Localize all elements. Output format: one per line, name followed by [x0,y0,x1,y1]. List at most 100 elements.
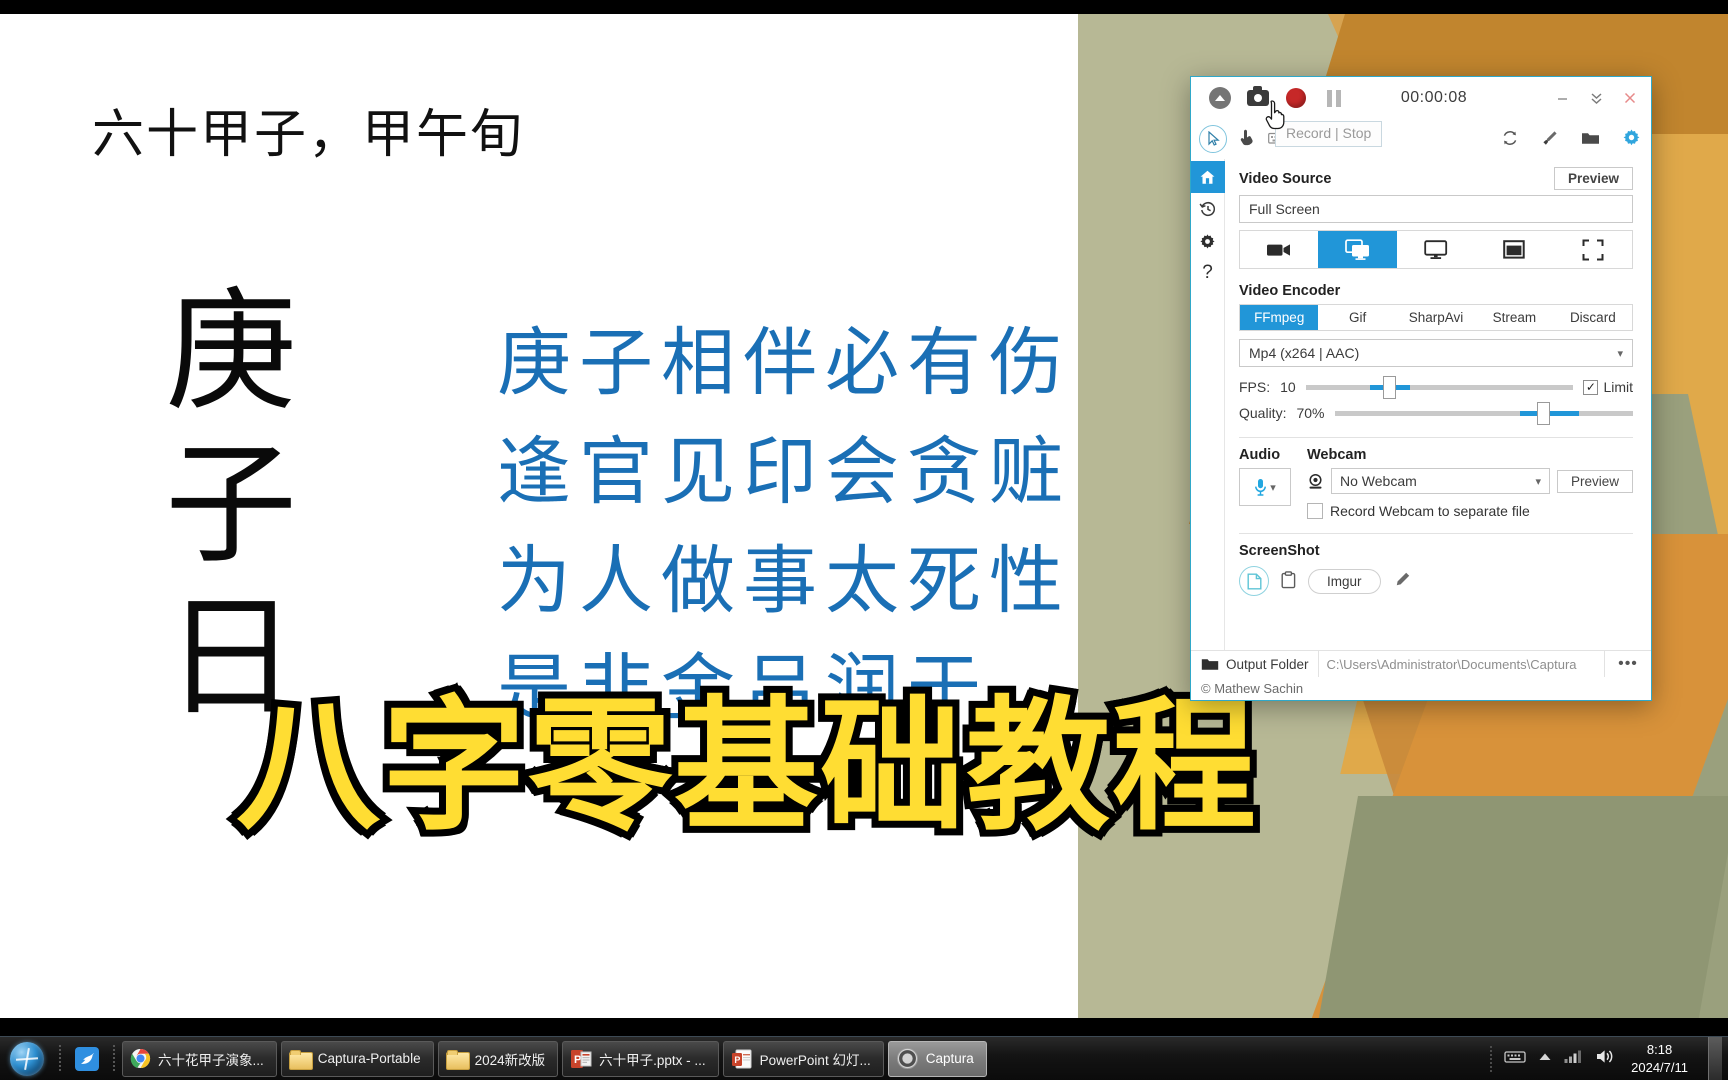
source-option-region[interactable] [1554,231,1632,268]
chevron-down-icon: ▾ [1617,347,1623,360]
taskbar-clock[interactable]: 8:18 2024/7/11 [1627,1041,1696,1076]
chevron-down-icon: ▾ [1270,481,1276,494]
fps-label: FPS: [1239,379,1271,395]
captura-content: Video Source Preview Full Screen Video E… [1225,159,1651,650]
checkbox-checked-icon: ✓ [1583,379,1599,395]
output-folder-path[interactable]: C:\Users\Administrator\Documents\Captura [1319,651,1605,677]
webcam-select[interactable]: No Webcam ▾ [1331,468,1550,494]
bird-app-icon [75,1046,99,1071]
quicklaunch-bird-app[interactable] [66,1046,108,1072]
quality-slider[interactable] [1334,401,1633,425]
folder-icon [445,1049,470,1070]
history-clock-icon [1198,201,1215,216]
record-stop-button[interactable] [1277,81,1315,115]
screenshot-button[interactable] [1239,81,1277,115]
audio-source-button[interactable]: ▾ [1239,468,1291,506]
source-option-webcam[interactable] [1240,231,1318,268]
powerpoint-icon: P [571,1049,592,1068]
refresh-icon [1503,130,1517,145]
gear-icon [1200,233,1215,248]
vertical-char: 子 [165,432,297,580]
volume-icon-wrap[interactable] [1595,1048,1615,1070]
brush-button[interactable] [1541,129,1559,150]
screenshot-targets: Imgur [1239,566,1633,596]
taskbar-item-captura[interactable]: Captura [887,1040,987,1077]
divider [1239,533,1633,534]
sidebar-item-history[interactable] [1191,193,1225,225]
slide-title: 六十甲子，甲午旬 [92,107,525,164]
divider [1239,437,1633,438]
screenshot-clipboard-toggle[interactable] [1281,570,1296,592]
taskbar-item-captura-portable[interactable]: Captura-Portable [280,1040,434,1077]
close-button[interactable] [1613,81,1647,115]
sidebar-item-about[interactable]: ? [1191,257,1225,289]
network-icon-wrap[interactable] [1564,1049,1583,1069]
record-webcam-separate-checkbox[interactable]: Record Webcam to separate file [1307,503,1633,519]
audio-webcam-section: Audio ▾ Webcam No Webcam ▾ Preview Recor… [1239,447,1633,519]
taskbar-item-powerpoint-slideshow[interactable]: P PowerPoint 幻灯... [722,1040,884,1077]
encoder-tab-sharpavi[interactable]: SharpAvi [1397,305,1475,330]
webcam-preview-button[interactable]: Preview [1556,469,1633,493]
show-desktop-button[interactable] [1708,1036,1722,1080]
source-option-window[interactable] [1475,231,1553,268]
taskbar-item-chrome[interactable]: 六十花甲子演象... [122,1040,277,1077]
minimize-button[interactable] [1545,81,1579,115]
settings-button[interactable] [1622,128,1641,150]
quality-row: Quality: 70% [1239,401,1633,425]
output-folder-row: Output Folder C:\Users\Administrator\Doc… [1191,650,1651,677]
sidebar-item-home[interactable] [1190,161,1225,193]
taskbar-item-label: 2024新改版 [474,1052,546,1068]
folder-icon [1582,132,1599,144]
verse-line: 为人做事太死性 [497,540,1071,623]
powerpoint-slide[interactable]: 六十甲子，甲午旬 庚 子 日 庚子相伴必有伤 逢官见印会贪赃 为人做事太死性 是… [0,14,1078,1036]
open-folder-button[interactable] [1581,130,1600,149]
screenshot-edit-button[interactable] [1393,571,1411,592]
taskbar-item-2024-folder[interactable]: 2024新改版 [437,1040,559,1077]
taskbar-item-label: Captura [925,1051,974,1066]
cloud-upload-button[interactable] [1201,81,1239,115]
cloud-upload-icon [1209,87,1231,109]
screenshot-imgur-button[interactable]: Imgur [1308,568,1381,594]
tray-separator [1490,1045,1493,1072]
captura-window[interactable]: 00:00:08 Record | Stop ? Video Source Pr… [1190,76,1652,701]
output-folder-browse-button[interactable]: ••• [1605,651,1651,677]
video-encoder-title: Video Encoder [1239,283,1341,299]
fps-limit-checkbox[interactable]: ✓ Limit [1583,379,1633,395]
folder-icon [288,1049,313,1070]
webcam-icon [1309,473,1322,489]
encoder-tab-discard[interactable]: Discard [1554,305,1632,330]
svg-text:P: P [574,1054,581,1066]
captura-toolbar [1191,119,1651,159]
region-icon [1582,239,1604,260]
cursor-capture-toggle[interactable] [1199,125,1227,153]
keyboard-layout-icon[interactable] [1504,1049,1526,1069]
record-icon [1286,88,1306,108]
collapse-button[interactable] [1579,81,1613,115]
window-icon [1503,240,1526,259]
encoder-tab-stream[interactable]: Stream [1475,305,1553,330]
codec-select[interactable]: Mp4 (x264 | AAC) ▾ [1239,339,1633,367]
video-source-value[interactable]: Full Screen [1239,195,1633,223]
microphone-icon [1255,478,1267,496]
source-option-screen[interactable] [1318,231,1397,268]
screenshot-save-to-disk-toggle[interactable] [1239,566,1269,596]
captura-titlebar: 00:00:08 [1191,77,1651,119]
show-hidden-icons-button[interactable] [1538,1050,1552,1068]
start-button[interactable] [0,1039,54,1079]
encoder-tab-ffmpeg[interactable]: FFmpeg [1240,305,1319,330]
refresh-button[interactable] [1501,129,1519,150]
close-icon [1624,92,1636,104]
captura-icon [896,1047,918,1070]
video-source-preview-button[interactable]: Preview [1553,167,1633,190]
click-capture-toggle[interactable] [1239,129,1256,150]
fps-slider[interactable] [1305,375,1574,399]
source-option-desktop[interactable] [1397,231,1475,268]
sidebar-item-settings[interactable] [1191,225,1225,257]
encoder-tab-gif[interactable]: Gif [1318,305,1396,330]
verse-line: 逢官见印会贪赃 [497,431,1071,514]
taskbar-item-powerpoint-file[interactable]: P 六十甲子.pptx - ... [562,1040,719,1077]
network-signal-icon [1564,1050,1582,1063]
taskbar-item-label: Captura-Portable [317,1051,421,1066]
record-tooltip: Record | Stop [1275,121,1383,147]
taskbar: 六十花甲子演象... Captura-Portable 2024新改版 P 六十… [0,1036,1728,1080]
